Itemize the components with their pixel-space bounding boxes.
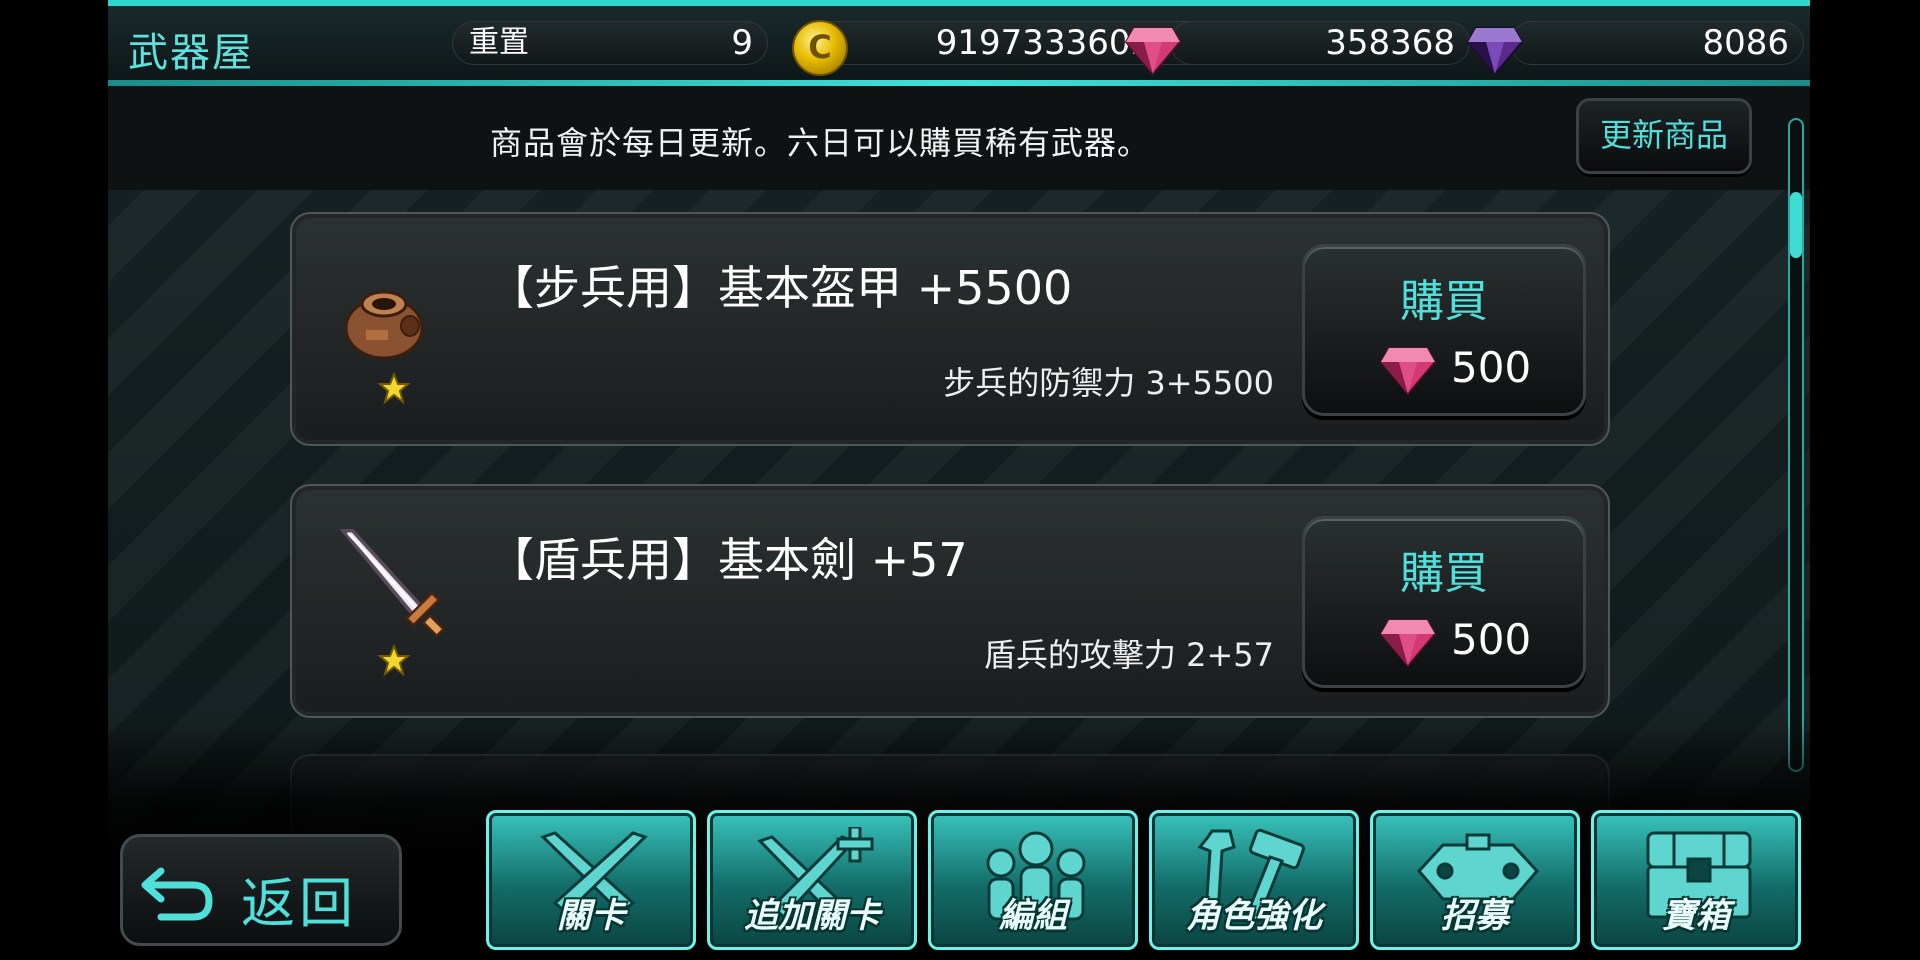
nav-upgrade-button[interactable]: 角色強化	[1149, 810, 1359, 950]
dark-gem-amount: 8086	[1702, 23, 1789, 63]
nav-label: 編組	[999, 896, 1067, 936]
weapon-shop-screen: 武器屋 重置 9 9197333605839 C 358368 8086 商品會…	[108, 0, 1810, 960]
buy-label: 購買	[1400, 548, 1488, 599]
item-description: 盾兵的攻擊力 2+57	[983, 636, 1274, 674]
armor-icon	[344, 290, 424, 360]
price: 500	[1451, 615, 1532, 664]
nav-label: 寶箱	[1662, 896, 1730, 936]
nav-stages-button[interactable]: 關卡	[486, 810, 696, 950]
item-name: 【盾兵用】基本劍 +57	[488, 533, 968, 587]
star-icon	[378, 644, 410, 676]
item-description: 步兵的防禦力 3+5500	[943, 364, 1274, 402]
gem-icon	[1379, 347, 1437, 396]
nav-label: 招募	[1441, 896, 1509, 936]
dark-gem-icon	[1466, 27, 1524, 76]
notice-text: 商品會於每日更新。六日可以購買稀有武器。	[490, 124, 1151, 162]
reset-counter: 重置 9	[452, 21, 768, 65]
scrollbar-thumb[interactable]	[1790, 192, 1802, 258]
nav-extra-stages-button[interactable]: 追加關卡	[707, 810, 917, 950]
notice-bar: 商品會於每日更新。六日可以購買稀有武器。 更新商品	[108, 86, 1810, 190]
back-arrow-icon	[141, 867, 213, 921]
sword-icon	[339, 528, 446, 638]
shop-item-card: 【盾兵用】基本劍 +57 盾兵的攻擊力 2+57 購買 500	[290, 484, 1610, 718]
nav-treasure-button[interactable]: 寶箱	[1591, 810, 1801, 950]
item-name: 【步兵用】基本盔甲 +5500	[488, 261, 1073, 315]
buy-button[interactable]: 購買 500	[1302, 516, 1586, 688]
nav-label: 關卡	[557, 896, 625, 936]
reset-count: 9	[731, 23, 753, 63]
coin-icon: C	[792, 20, 848, 76]
red-gem-icon	[1124, 27, 1182, 76]
top-bar: 武器屋 重置 9 9197333605839 C 358368 8086	[108, 0, 1810, 86]
back-button[interactable]: 返回	[120, 834, 402, 946]
nav-recruit-button[interactable]: 招募	[1370, 810, 1580, 950]
page-title: 武器屋	[128, 30, 254, 76]
price: 500	[1451, 343, 1532, 392]
reset-label: 重置	[469, 25, 529, 60]
star-icon	[378, 372, 410, 404]
shop-item-card: 【步兵用】基本盔甲 +5500 步兵的防禦力 3+5500 購買 500	[290, 212, 1610, 446]
buy-button[interactable]: 購買 500	[1302, 244, 1586, 416]
nav-label: 追加關卡	[744, 896, 880, 936]
red-gem-amount: 358368	[1325, 23, 1455, 63]
refresh-items-button[interactable]: 更新商品	[1576, 98, 1752, 174]
nav-formation-button[interactable]: 編組	[928, 810, 1138, 950]
dark-gem-counter: 8086	[1510, 21, 1804, 65]
buy-label: 購買	[1400, 276, 1488, 327]
gem-icon	[1379, 619, 1437, 668]
nav-label: 角色強化	[1186, 896, 1322, 936]
red-gem-counter: 358368	[1170, 21, 1470, 65]
back-label: 返回	[241, 872, 357, 935]
